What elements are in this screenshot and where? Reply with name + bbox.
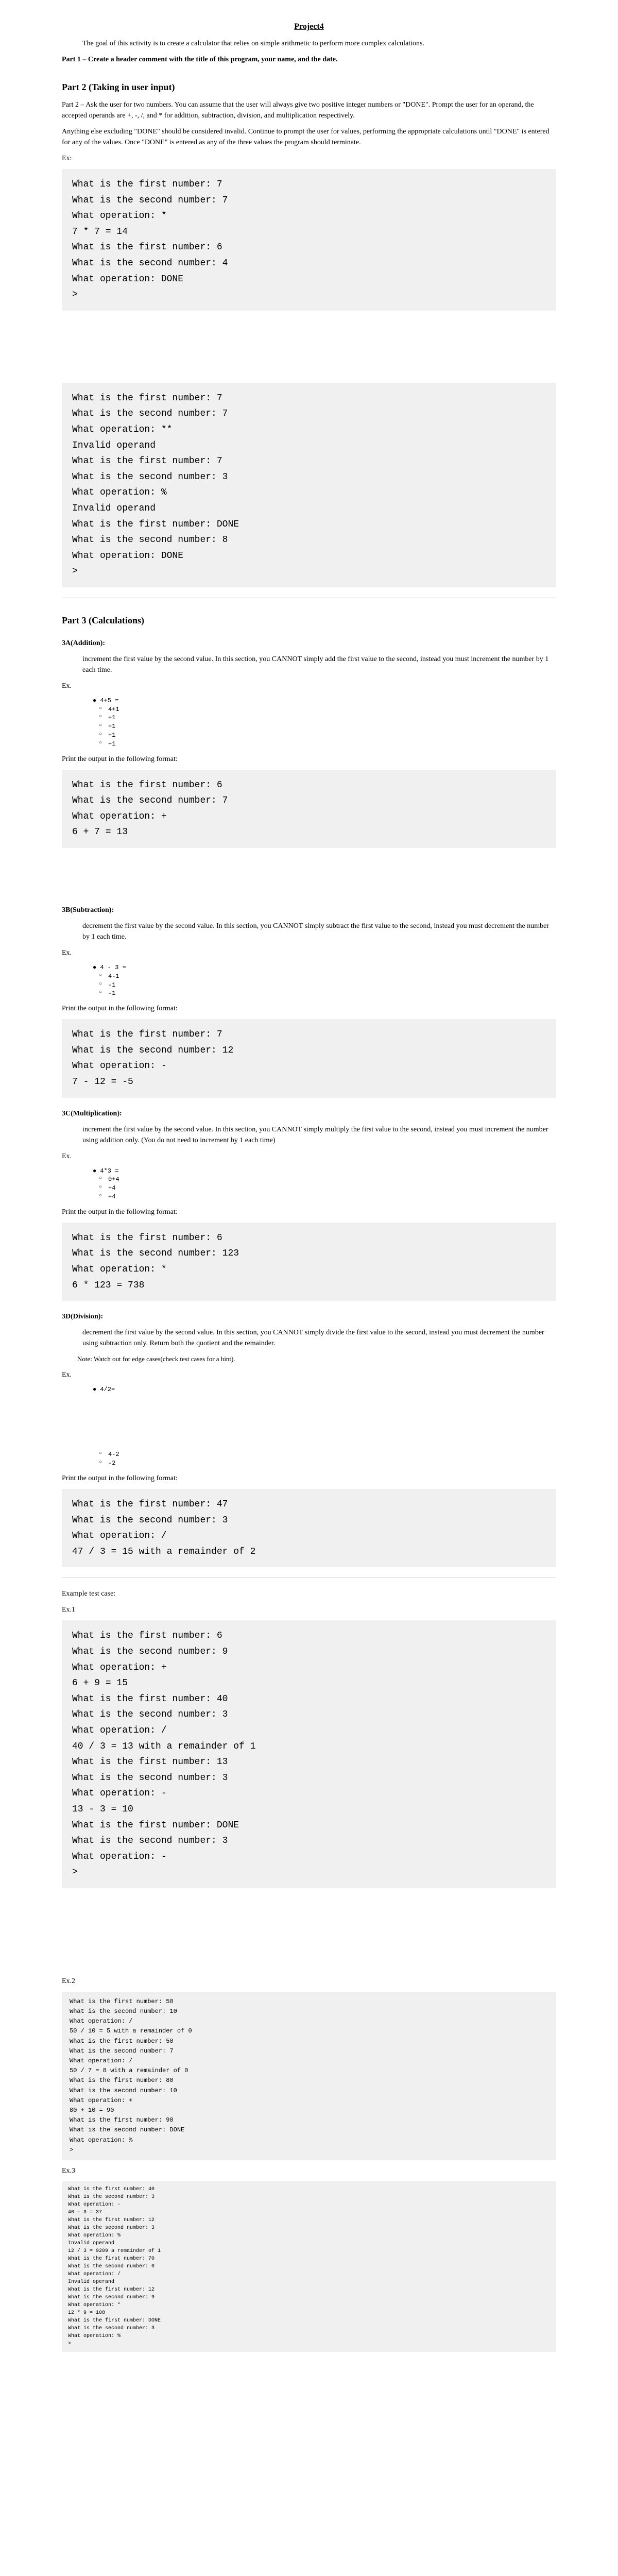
division-body: decrement the first value by the second … bbox=[82, 1327, 556, 1349]
example-label: Ex. bbox=[62, 947, 556, 958]
terminal-multiplication: What is the first number: 6 What is the … bbox=[62, 1223, 556, 1301]
terminal-output-2: What is the first number: 7 What is the … bbox=[62, 383, 556, 587]
example-label: Ex. bbox=[62, 1151, 556, 1162]
step-item: +4 bbox=[108, 1184, 556, 1193]
multiplication-heading: 3C(Multiplication): bbox=[62, 1108, 556, 1119]
step-item: +1 bbox=[108, 722, 556, 731]
step-item: 4+1 bbox=[108, 705, 556, 714]
part2-p1: Part 2 – Ask the user for two numbers. Y… bbox=[62, 99, 556, 121]
ex3-label: Ex.3 bbox=[62, 2165, 556, 2176]
division-heading: 3D(Division): bbox=[62, 1311, 556, 1322]
terminal-addition: What is the first number: 6 What is the … bbox=[62, 770, 556, 848]
step-bullet: ● 4+5 = bbox=[93, 697, 118, 704]
intro-text: The goal of this activity is to create a… bbox=[82, 38, 556, 49]
addition-body: increment the first value by the second … bbox=[82, 654, 556, 675]
part3-heading: Part 3 (Calculations) bbox=[62, 614, 556, 628]
terminal-ex2: What is the first number: 50 What is the… bbox=[62, 1992, 556, 2160]
step-item: 4-1 bbox=[108, 972, 556, 981]
terminal-ex1: What is the first number: 6 What is the … bbox=[62, 1620, 556, 1888]
ex1-label: Ex.1 bbox=[62, 1604, 556, 1615]
format-label: Print the output in the following format… bbox=[62, 1473, 556, 1484]
division-steps: ● 4/2= bbox=[93, 1385, 556, 1394]
step-bullet: ● 4*3 = bbox=[93, 1167, 118, 1175]
example-test-heading: Example test case: bbox=[62, 1588, 556, 1599]
multiplication-steps: ● 4*3 = 0+4 +4 +4 bbox=[93, 1167, 556, 1201]
terminal-output-1: What is the first number: 7 What is the … bbox=[62, 169, 556, 311]
step-item: -1 bbox=[108, 989, 556, 998]
subtraction-heading: 3B(Subtraction): bbox=[62, 905, 556, 916]
example-label: Ex: bbox=[62, 153, 556, 164]
step-item: +1 bbox=[108, 731, 556, 740]
format-label: Print the output in the following format… bbox=[62, 754, 556, 765]
division-note: Note: Watch out for edge cases(check tes… bbox=[77, 1354, 556, 1364]
step-item: 0+4 bbox=[108, 1175, 556, 1184]
format-label: Print the output in the following format… bbox=[62, 1207, 556, 1217]
subtraction-body: decrement the first value by the second … bbox=[82, 921, 556, 942]
subtraction-steps: ● 4 - 3 = 4-1 -1 -1 bbox=[93, 963, 556, 998]
terminal-division: What is the first number: 47 What is the… bbox=[62, 1489, 556, 1567]
step-item: +1 bbox=[108, 740, 556, 749]
part1-heading: Part 1 – Create a header comment with th… bbox=[62, 54, 556, 65]
multiplication-body: increment the first value by the second … bbox=[82, 1124, 556, 1146]
page-title: Project4 bbox=[62, 21, 556, 33]
addition-heading: 3A(Addition): bbox=[62, 638, 556, 649]
step-item: -1 bbox=[108, 981, 556, 990]
part2-heading: Part 2 (Taking in user input) bbox=[62, 80, 556, 94]
division-steps-cont: 4-2 -2 bbox=[93, 1450, 556, 1468]
step-item: 4-2 bbox=[108, 1450, 556, 1459]
format-label: Print the output in the following format… bbox=[62, 1003, 556, 1014]
step-bullet: ● 4/2= bbox=[93, 1386, 115, 1393]
part2-p2: Anything else excluding "DONE" should be… bbox=[62, 126, 556, 148]
terminal-subtraction: What is the first number: 7 What is the … bbox=[62, 1019, 556, 1097]
terminal-ex3: What is the first number: 40 What is the… bbox=[62, 2181, 556, 2352]
step-item: +1 bbox=[108, 714, 556, 722]
step-item: -2 bbox=[108, 1459, 556, 1468]
addition-steps: ● 4+5 = 4+1 +1 +1 +1 +1 bbox=[93, 697, 556, 749]
step-item: +4 bbox=[108, 1193, 556, 1201]
example-label: Ex. bbox=[62, 681, 556, 691]
step-bullet: ● 4 - 3 = bbox=[93, 964, 126, 971]
ex2-label: Ex.2 bbox=[62, 1976, 556, 1987]
example-label: Ex. bbox=[62, 1369, 556, 1380]
